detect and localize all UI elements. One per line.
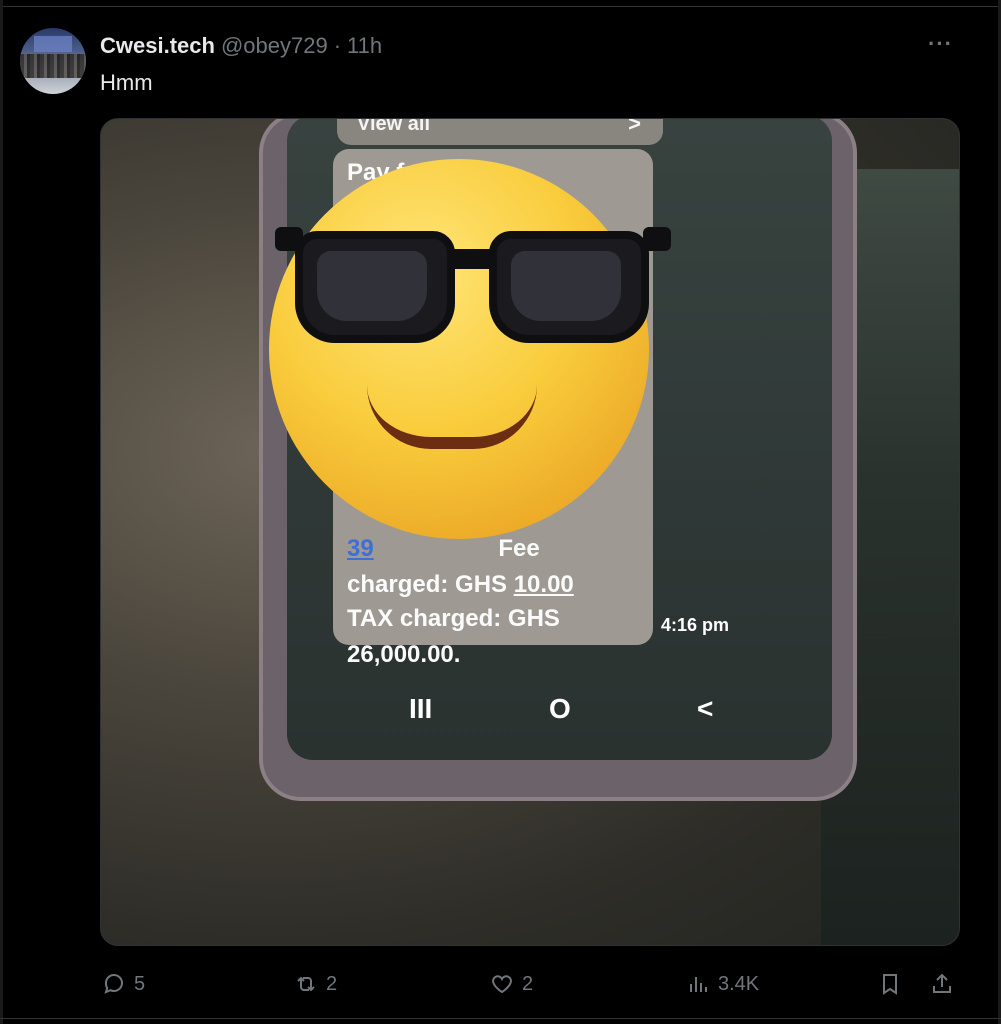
sms-charged-label: charged: GHS (347, 571, 514, 598)
more-icon[interactable]: ··· (928, 33, 958, 55)
views-icon (690, 977, 707, 992)
timestamp[interactable]: 11h (347, 33, 382, 59)
author-name[interactable]: Cwesi.tech (100, 33, 215, 59)
sms-line-5: 26,000.00. (347, 641, 461, 668)
heart-icon (492, 975, 512, 994)
home-icon: O (549, 693, 571, 724)
view-all-label: View all (357, 118, 431, 135)
glasses-temple-right (643, 227, 671, 251)
tweet-text: Hmm (100, 70, 153, 95)
repost-button[interactable]: 2 (294, 972, 337, 996)
sms-time: 4:16 pm (661, 615, 730, 635)
share-button[interactable] (930, 972, 954, 996)
view-count: 3.4K (718, 972, 760, 995)
share-icon (933, 973, 951, 993)
bookmark-button[interactable] (878, 972, 902, 996)
author-handle[interactable]: @obey729 (221, 33, 328, 59)
sms-link: 39 (347, 535, 374, 562)
repost-count: 2 (326, 972, 338, 995)
sunglasses (275, 217, 671, 343)
back-icon: < (697, 693, 714, 724)
avatar-stage-screen (34, 36, 72, 52)
avatar-crowd (20, 54, 86, 78)
view-all-bar: View all > (337, 118, 663, 145)
sms-fee-amount: 10.00 (513, 571, 574, 598)
sms-line-4: TAX charged: GHS (347, 605, 560, 632)
recents-icon: III (409, 693, 433, 724)
repost-icon (297, 976, 315, 992)
glasses-lens-left (295, 231, 455, 343)
bookmark-icon (883, 974, 897, 995)
glasses-lens-right (489, 231, 649, 343)
reply-icon (104, 974, 123, 994)
tweet-media[interactable]: View all > Pay for 39 Fee charged: GHS 1… (100, 118, 960, 946)
sms-line-3: charged: GHS 10.00 (347, 567, 574, 603)
bottom-border (0, 1018, 1001, 1019)
action-bar: 5 2 2 3.4K (0, 966, 1001, 1006)
sunglasses-emoji (269, 159, 671, 539)
reply-button[interactable]: 5 (102, 972, 145, 996)
emoji-smile (367, 385, 537, 449)
like-button[interactable]: 2 (490, 972, 533, 996)
like-count: 2 (522, 972, 534, 995)
separator-dot: · (333, 33, 342, 58)
avatar[interactable] (20, 28, 86, 94)
reply-count: 5 (134, 972, 146, 995)
tweet-header: Cwesi.tech @obey729 · 11h (100, 32, 382, 60)
tweet: Cwesi.tech @obey729 · 11h ··· Hmm View a… (0, 0, 1001, 1024)
phone-nav-bar: III O < (287, 685, 832, 745)
chevron-right-icon: > (628, 118, 641, 136)
sms-fee-label: Fee (498, 535, 540, 562)
views-button[interactable]: 3.4K (686, 972, 759, 996)
